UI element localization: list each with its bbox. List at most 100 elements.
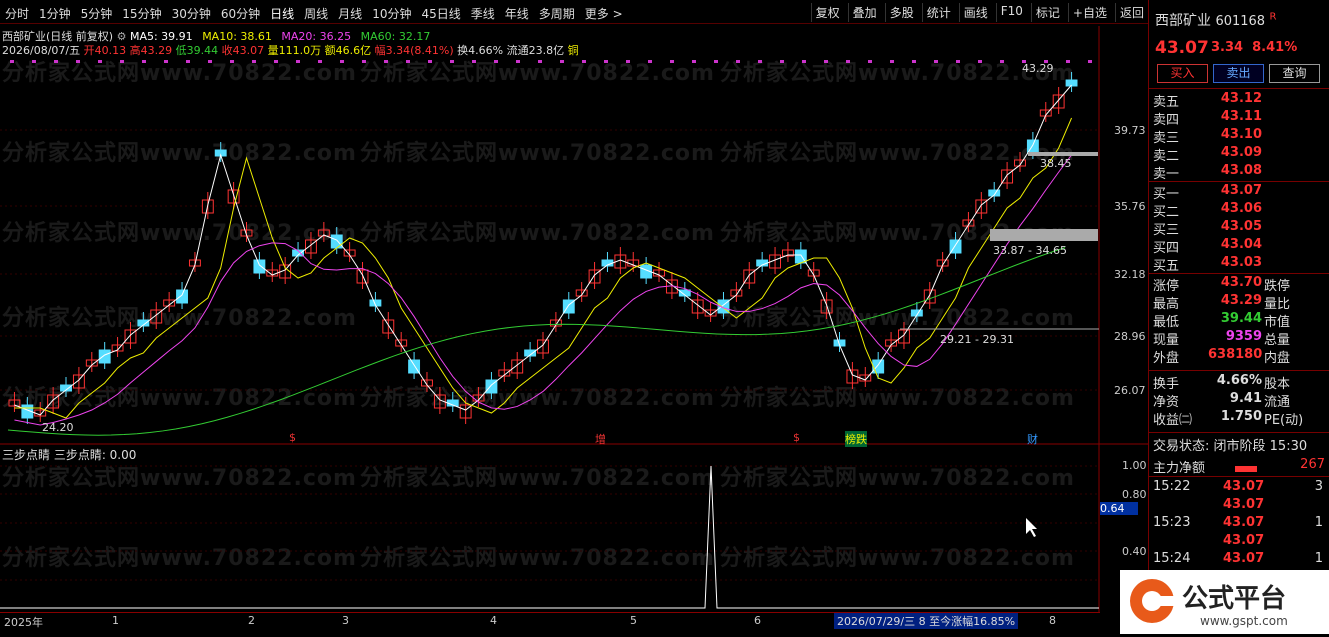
- candle-body: [330, 234, 343, 249]
- indicator-title: 三步点睛 三步点睛: 0.00: [2, 448, 137, 462]
- event-mark[interactable]: $: [793, 431, 800, 444]
- high-annot: 43.29: [1022, 62, 1054, 75]
- tick-cell: [1278, 497, 1323, 515]
- axis-label: 1: [112, 614, 119, 627]
- dot-marker: [736, 60, 740, 63]
- event-mark[interactable]: 榜跌: [845, 431, 867, 447]
- book-label: 收益㈡: [1153, 413, 1193, 428]
- divider: [1149, 370, 1329, 371]
- book-label: 卖五: [1153, 95, 1180, 110]
- state-text: 交易状态: 闭市阶段: [1153, 439, 1266, 454]
- dot-marker: [362, 60, 366, 63]
- tick-cell: 3: [1314, 479, 1323, 494]
- y-label: 32.18: [1114, 268, 1146, 281]
- net-flow: 主力净额 267: [1153, 457, 1325, 476]
- event-mark[interactable]: 财: [1027, 431, 1038, 447]
- query-button[interactable]: 查询: [1269, 64, 1320, 83]
- net-bar: [1235, 465, 1258, 472]
- support-1: 29.21 - 29.31: [940, 333, 1014, 346]
- book-label: 涨停: [1153, 279, 1180, 294]
- book-row: 净资 9.41 流通: [1153, 391, 1325, 410]
- dot-marker: [450, 60, 454, 63]
- dot-marker: [186, 60, 190, 63]
- candle-body: [98, 349, 111, 364]
- candle-body: [872, 359, 885, 374]
- axis-label: 2025年: [4, 616, 43, 629]
- dot-marker: [934, 60, 938, 63]
- sub-y-cursor: 0.64: [1100, 502, 1138, 515]
- ma-line: [14, 154, 1072, 426]
- dot-marker: [824, 60, 828, 63]
- book-price: 43.12: [1220, 91, 1262, 106]
- tick-cell: [1153, 533, 1223, 551]
- y-label: 39.73: [1114, 124, 1146, 137]
- book-price: 1.750: [1220, 409, 1262, 424]
- book-price: 43.11: [1220, 109, 1262, 124]
- logo-url: www.gspt.com: [1200, 614, 1288, 628]
- book-price: 43.05: [1220, 219, 1262, 234]
- axis-label: 6: [754, 614, 761, 627]
- dot-marker: [274, 60, 278, 63]
- book-label: 买二: [1153, 205, 1180, 220]
- divider: [1149, 181, 1329, 182]
- book-row: 最高 43.29 量比: [1153, 293, 1325, 312]
- candle-body: [253, 259, 266, 274]
- quote-panel: 西部矿业 601168 R 43.07 3.34 8.41% 买入 卖出 查询 …: [1148, 0, 1329, 634]
- stat-label: 跌停: [1264, 279, 1291, 294]
- event-mark[interactable]: 增: [595, 431, 606, 447]
- book-label: 买三: [1153, 223, 1180, 238]
- dot-marker: [890, 60, 894, 63]
- book-price: 4.66%: [1216, 373, 1262, 388]
- dot-marker: [912, 60, 916, 63]
- book-price: 43.08: [1220, 163, 1262, 178]
- tick-cell: 15:23: [1153, 515, 1191, 530]
- book-label: 最高: [1153, 297, 1180, 312]
- sell-button[interactable]: 卖出: [1213, 64, 1264, 83]
- book-row: 买一 43.07: [1153, 183, 1325, 202]
- change-pct: 8.41%: [1252, 40, 1298, 55]
- axis-label: 8: [1049, 614, 1056, 627]
- kline-chart[interactable]: [0, 0, 1148, 634]
- dot-marker: [582, 60, 586, 63]
- tick-cell: 43.07: [1223, 551, 1265, 566]
- book-label: 换手: [1153, 377, 1180, 392]
- dot-marker: [384, 60, 388, 63]
- stats-table: 涨停 43.70 跌停 最高 43.29 量比 最低 39.44 市值 现量 9359 总量 外盘 638…: [1153, 275, 1325, 366]
- book-row: 涨停 43.70 跌停: [1153, 275, 1325, 294]
- divider: [1149, 88, 1329, 89]
- book-price: 39.44: [1220, 311, 1262, 326]
- divider: [1149, 476, 1329, 477]
- tick-cell: 43.07: [1223, 479, 1265, 494]
- dot-marker: [10, 60, 14, 63]
- dot-marker: [978, 60, 982, 63]
- book-price: 43.03: [1220, 255, 1262, 270]
- stat-label: 总量: [1264, 333, 1291, 348]
- book-row: 买四 43.04: [1153, 237, 1325, 256]
- mouse-cursor-icon: [1026, 518, 1037, 537]
- dot-marker: [626, 60, 630, 63]
- stat-label: 股本: [1264, 377, 1291, 392]
- tick-row: 43.07: [1153, 533, 1325, 551]
- stat-label: 内盘: [1264, 351, 1291, 366]
- tick-cell: 15:24: [1153, 551, 1191, 566]
- dot-marker: [472, 60, 476, 63]
- dot-marker: [648, 60, 652, 63]
- book-label: 买五: [1153, 259, 1180, 274]
- buy-button[interactable]: 买入: [1157, 64, 1208, 83]
- book-row: 收益㈡ 1.750 PE(动): [1153, 409, 1325, 428]
- tick-cell: 43.07: [1223, 515, 1265, 530]
- dot-marker: [252, 60, 256, 63]
- y-label: 26.07: [1114, 384, 1146, 397]
- event-mark[interactable]: $: [289, 431, 296, 444]
- book-row: 买二 43.06: [1153, 201, 1325, 220]
- dot-marker: [560, 60, 564, 63]
- dot-marker: [802, 60, 806, 63]
- stats-table-2: 换手 4.66% 股本 净资 9.41 流通 收益㈡ 1.750 PE(动): [1153, 373, 1325, 428]
- trade-state: 交易状态: 闭市阶段 15:30: [1153, 435, 1325, 454]
- divider: [1149, 273, 1329, 274]
- dot-marker: [956, 60, 960, 63]
- dot-marker: [868, 60, 872, 63]
- book-row: 卖二 43.09: [1153, 145, 1325, 164]
- stock-code: 601168: [1215, 14, 1266, 29]
- book-row: 最低 39.44 市值: [1153, 311, 1325, 330]
